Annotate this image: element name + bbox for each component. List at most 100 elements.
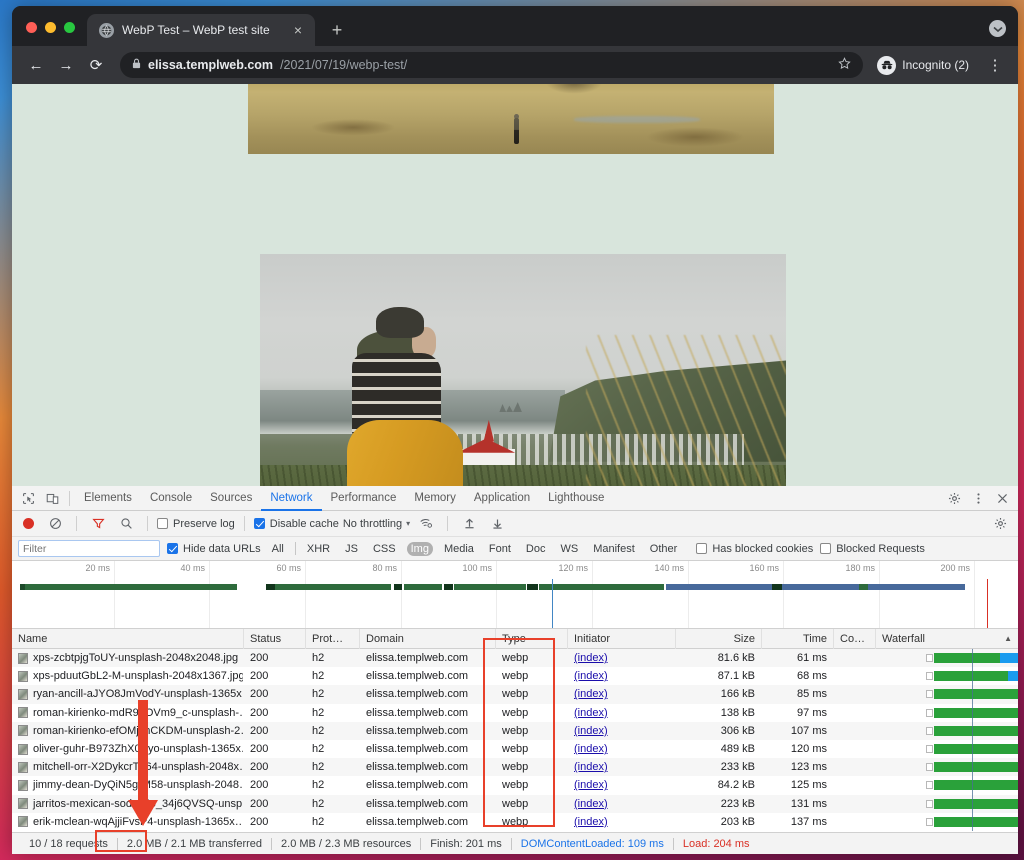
checkbox-box[interactable] [254,518,265,529]
forward-button[interactable]: → [52,51,80,79]
initiator-link[interactable]: (index) [574,743,608,755]
tab-memory[interactable]: Memory [405,486,465,511]
overview-segment [454,584,526,590]
initiator-link[interactable]: (index) [574,816,608,828]
initiator-link[interactable]: (index) [574,779,608,791]
network-conditions-icon[interactable] [414,512,438,536]
gear-icon[interactable] [942,486,966,510]
filter-type-other[interactable]: Other [646,542,682,556]
table-row[interactable]: xps-pduutGbL2-M-unsplash-2048x1367.jpg20… [12,667,1018,685]
table-row[interactable]: erik-mclean-wqAjjiFvsP4-unsplash-1365x…2… [12,813,1018,831]
tab-elements[interactable]: Elements [75,486,141,511]
column-header-type[interactable]: Type [496,629,568,649]
close-window-button[interactable] [26,22,37,33]
devtools-menu-icon[interactable] [966,486,990,510]
column-header-waterfall[interactable]: Waterfall ▲ [876,629,1018,649]
record-icon[interactable] [23,518,34,529]
column-header-protocol[interactable]: Prot… [306,629,360,649]
table-row[interactable]: roman-kirienko-efOMjzhCKDM-unsplash-2…20… [12,722,1018,740]
status-requests: 10 / 18 requests [20,838,117,850]
tab-application[interactable]: Application [465,486,539,511]
browser-tab[interactable]: WebP Test – WebP test site × [87,14,315,46]
initiator-link[interactable]: (index) [574,761,608,773]
table-row[interactable]: jimmy-dean-DyQiN5grM58-unsplash-2048…200… [12,776,1018,794]
disable-cache-checkbox[interactable]: Disable cache [254,518,339,530]
checkbox-box[interactable] [167,543,178,554]
maximize-window-button[interactable] [64,22,75,33]
filter-type-all[interactable]: All [268,542,288,556]
filter-type-ws[interactable]: WS [556,542,582,556]
network-overview-timeline[interactable]: 20 ms40 ms60 ms80 ms100 ms120 ms140 ms16… [12,561,1018,629]
inspect-element-icon[interactable] [16,486,40,510]
back-button[interactable]: ← [22,51,50,79]
tab-sources[interactable]: Sources [201,486,261,511]
import-har-icon[interactable] [457,512,481,536]
initiator-link[interactable]: (index) [574,688,608,700]
filter-icon[interactable] [86,512,110,536]
hide-data-urls-checkbox[interactable]: Hide data URLs [167,543,261,555]
minimize-window-button[interactable] [45,22,56,33]
column-header-connection[interactable]: Co… [834,629,876,649]
close-devtools-icon[interactable] [990,486,1014,510]
address-bar[interactable]: elissa.templweb.com/2021/07/19/webp-test… [120,52,863,78]
filter-type-media[interactable]: Media [440,542,478,556]
tab-network[interactable]: Network [261,486,321,511]
column-header-name[interactable]: Name [12,629,244,649]
has-blocked-cookies-checkbox[interactable]: Has blocked cookies [696,543,813,555]
overview-tick-label: 40 ms [180,563,209,573]
tab-console[interactable]: Console [141,486,201,511]
initiator-link[interactable]: (index) [574,798,608,810]
reload-button[interactable]: ⟳ [82,51,110,79]
table-row[interactable]: roman-kirienko-mdR9hOVm9_c-unsplash-…200… [12,704,1018,722]
table-row[interactable]: mitchell-orr-X2DykcrTd64-unsplash-2048x…… [12,758,1018,776]
initiator-link[interactable]: (index) [574,725,608,737]
throttling-select[interactable]: No throttling [343,518,402,530]
search-icon[interactable] [114,512,138,536]
requests-table-body: xps-zcbtpjgToUY-unsplash-2048x2048.jpg20… [12,649,1018,831]
network-toolbar: Preserve log Disable cache No throttling… [12,511,1018,537]
tab-performance[interactable]: Performance [322,486,406,511]
device-toolbar-icon[interactable] [40,486,64,510]
initiator-link[interactable]: (index) [574,670,608,682]
chevron-down-icon[interactable] [989,20,1006,37]
cell-connection [834,740,876,758]
filter-type-img[interactable]: Img [407,542,433,556]
filter-type-manifest[interactable]: Manifest [589,542,639,556]
table-row[interactable]: jarritos-mexican-soda-No_34j6QVSQ-unsp…2… [12,795,1018,813]
profile-incognito-button[interactable]: Incognito (2) [873,52,980,78]
network-settings-gear-icon[interactable] [988,512,1012,536]
filter-type-doc[interactable]: Doc [522,542,550,556]
checkbox-box[interactable] [157,518,168,529]
column-header-initiator[interactable]: Initiator [568,629,676,649]
table-row[interactable]: ryan-ancill-aJYO8JmVodY-unsplash-1365x…2… [12,685,1018,703]
chevron-down-icon[interactable]: ▾ [406,519,410,528]
initiator-link[interactable]: (index) [574,652,608,664]
filter-type-font[interactable]: Font [485,542,515,556]
checkbox-box[interactable] [696,543,707,554]
tab-lighthouse[interactable]: Lighthouse [539,486,613,511]
filter-input[interactable] [18,540,160,557]
export-har-icon[interactable] [485,512,509,536]
filter-type-css[interactable]: CSS [369,542,400,556]
window-traffic-lights[interactable] [12,22,75,46]
table-row[interactable]: xps-zcbtpjgToUY-unsplash-2048x2048.jpg20… [12,649,1018,667]
filter-type-js[interactable]: JS [341,542,362,556]
blocked-requests-checkbox[interactable]: Blocked Requests [820,543,925,555]
initiator-link[interactable]: (index) [574,707,608,719]
blocked-requests-label: Blocked Requests [836,543,925,555]
close-icon[interactable]: × [289,21,307,39]
cell-type: webp [496,704,568,722]
browser-menu-button[interactable]: ⋮ [982,52,1008,78]
preserve-log-checkbox[interactable]: Preserve log [157,518,235,530]
clear-icon[interactable] [43,512,67,536]
column-header-size[interactable]: Size [676,629,762,649]
table-row[interactable]: oliver-guhr-B973ZhX0Pyo-unsplash-1365x…2… [12,740,1018,758]
column-header-time[interactable]: Time [762,629,834,649]
column-header-domain[interactable]: Domain [360,629,496,649]
checkbox-box[interactable] [820,543,831,554]
overview-gridline [114,561,115,628]
new-tab-button[interactable]: + [323,16,351,44]
filter-type-xhr[interactable]: XHR [303,542,334,556]
star-icon[interactable] [838,57,851,73]
column-header-status[interactable]: Status [244,629,306,649]
